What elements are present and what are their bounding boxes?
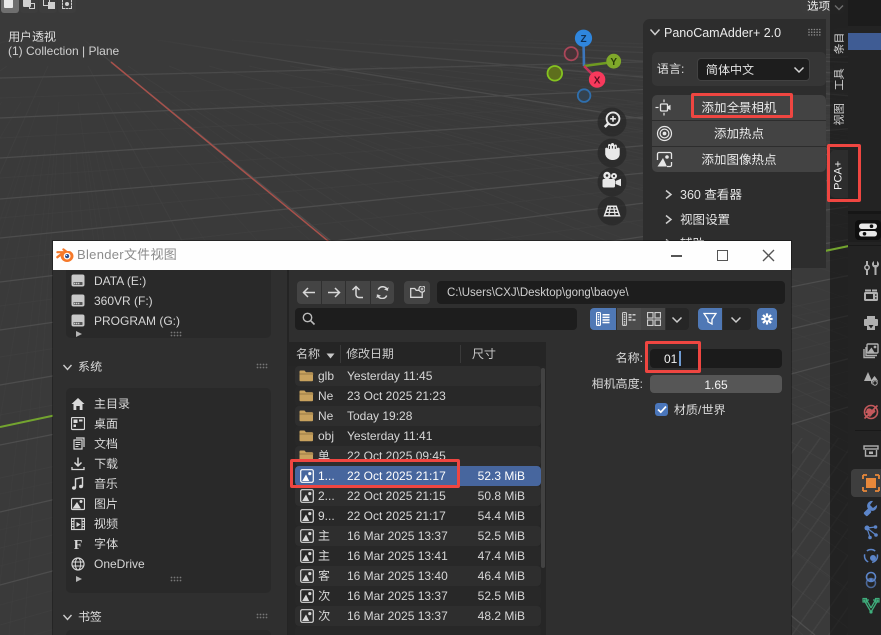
svg-text:F: F	[74, 538, 83, 551]
svg-text:X: X	[594, 75, 601, 86]
svg-text:Y: Y	[610, 57, 617, 68]
svg-text:Z: Z	[580, 34, 586, 45]
